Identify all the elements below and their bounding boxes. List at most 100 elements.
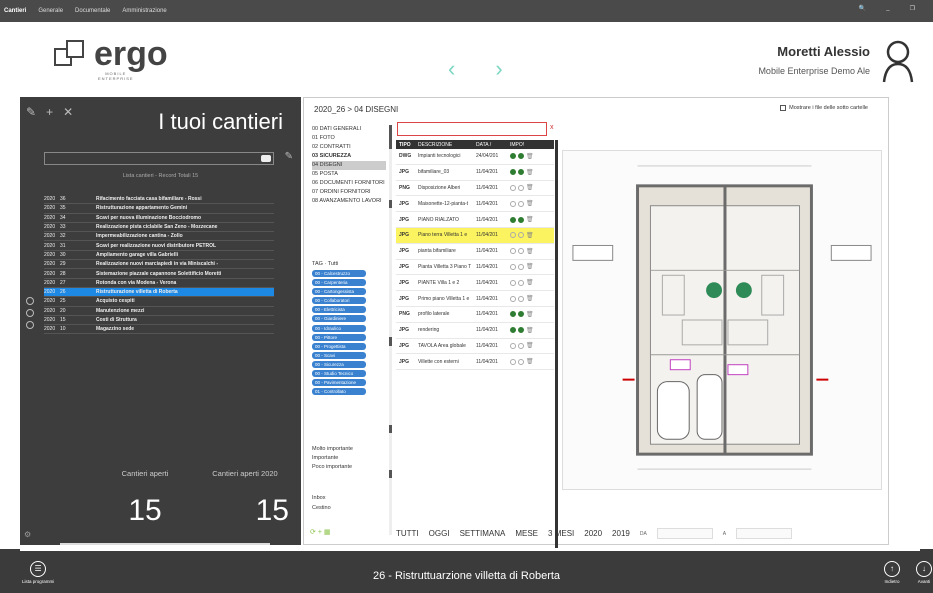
cantiere-row[interactable]: 2020 33 Realizzazione pista ciclabile San … [44, 223, 274, 233]
menu-documentale[interactable]: Documentale [75, 8, 110, 14]
priority-filter[interactable]: Importante [312, 454, 353, 463]
nav-next-icon[interactable]: › [495, 56, 502, 82]
clear-search-icon[interactable]: x [550, 124, 554, 131]
horizontal-scrollbar[interactable] [60, 543, 270, 545]
cantiere-row[interactable]: 2020 30 Ampliamento garage villa Gabrielli [44, 251, 274, 261]
trash-icon[interactable]: 🗑 [526, 327, 534, 334]
date-from-input[interactable] [656, 528, 713, 539]
info-icon[interactable] [26, 297, 34, 305]
status-icon[interactable] [518, 200, 524, 207]
minimize-button[interactable]: _ [886, 5, 889, 12]
cantiere-row[interactable]: 2020 10 Magazzino sede [44, 325, 274, 335]
trash-icon[interactable]: 🗑 [526, 153, 534, 160]
restore-button[interactable]: ❐ [910, 5, 915, 12]
edit-icon[interactable]: ✎ [285, 151, 293, 162]
tag-chip[interactable]: 00 - Pavimentazione [312, 379, 366, 387]
cantiere-row[interactable]: 2020 29 Realizzazione nuovi marciapiedi in… [44, 260, 274, 270]
trash-icon[interactable]: 🗑 [526, 184, 534, 191]
status-icon[interactable] [518, 358, 524, 365]
tag-chip[interactable]: 00 - Carpenteria [312, 279, 366, 287]
file-row[interactable]: JPG PIANTE Villa 1 e 2 11/04/201 🗑 [396, 275, 554, 292]
file-row[interactable]: JPG Primo piano Villetta 1 e 11/04/201 🗑 [396, 291, 554, 307]
cantiere-row[interactable]: 2020 25 Acquisto cespiti [44, 297, 274, 307]
trash-icon[interactable]: 🗑 [526, 311, 534, 318]
gear-icon[interactable]: ⚙ [24, 530, 31, 539]
status-icon[interactable] [518, 295, 524, 302]
tag-chip[interactable]: 00 - Studio Tecnico [312, 370, 366, 378]
trash-icon[interactable]: 🗑 [526, 263, 534, 270]
tag-chip[interactable]: 00 - Elettricista [312, 306, 366, 314]
tag-all[interactable]: Tutti [328, 261, 339, 267]
mailbox-item[interactable]: Cestino [312, 503, 331, 513]
folder-item[interactable]: 07 ORDINI FORNITORI [312, 188, 386, 197]
status-icon[interactable] [518, 342, 524, 349]
status-icon[interactable] [518, 216, 524, 223]
menu-generale[interactable]: Generale [38, 8, 63, 14]
file-row[interactable]: JPG TAVOLA Area globale 11/04/201 🗑 [396, 339, 554, 355]
status-icon[interactable] [518, 248, 524, 255]
menu-cantieri[interactable]: Cantieri [4, 8, 26, 14]
tag-chip[interactable]: 01 - Controllato [312, 388, 366, 396]
cantiere-row[interactable]: 2020 27 Rotonda con via Modena - Verona [44, 279, 274, 288]
tag-chip[interactable]: 00 - Cartongessista [312, 288, 366, 296]
trash-icon[interactable]: 🗑 [526, 358, 534, 365]
important-toggle-icon[interactable] [510, 358, 516, 365]
trash-icon[interactable]: 🗑 [526, 279, 534, 286]
file-row[interactable]: JPG Maisonette-12-pianta-t 11/04/201 🗑 [396, 196, 554, 213]
cantiere-row[interactable]: 2020 34 Scavi per nuova illuminazione Bocc… [44, 214, 274, 223]
trash-icon[interactable]: 🗑 [526, 200, 534, 207]
folder-item[interactable]: 06 DOCUMENTI FORNITORI [312, 179, 386, 188]
cantiere-row[interactable]: 2020 32 Impermeabilizzazione cantina - Zol… [44, 232, 274, 242]
tag-chip[interactable]: 00 - Pittore [312, 333, 366, 341]
important-toggle-icon[interactable] [510, 153, 516, 160]
priority-filter[interactable]: Molto importante [312, 445, 353, 454]
trash-icon[interactable]: 🗑 [526, 248, 534, 255]
show-subfolders-checkbox[interactable]: Mostrare i file delle sotto cartelle [780, 105, 868, 111]
important-toggle-icon[interactable] [510, 216, 516, 223]
folder-item[interactable]: 00 DATI GENERALI [312, 125, 386, 134]
file-row[interactable]: JPG bifamiliare_03 11/04/201 🗑 [396, 165, 554, 181]
status-icon[interactable] [518, 232, 524, 239]
cantiere-row[interactable]: 2020 20 Manutenzione mezzi [44, 307, 274, 316]
back-button[interactable]: ↑ Indietro [884, 561, 900, 584]
tag-chip[interactable]: 00 - Sicurezza [312, 360, 366, 368]
important-toggle-icon[interactable] [510, 311, 516, 318]
folder-item[interactable]: 02 CONTRATTI [312, 143, 386, 152]
trash-icon[interactable]: 🗑 [526, 216, 534, 223]
tools-icon[interactable]: ✕ [63, 105, 73, 119]
nav-prev-icon[interactable]: ‹ [448, 56, 455, 82]
cantiere-row[interactable]: 2020 26 Ristrutturazione villetta di Rober… [44, 287, 274, 298]
add-folder-icon[interactable]: + [318, 529, 322, 536]
floor-plan-preview[interactable] [562, 150, 882, 490]
tag-chip[interactable]: 00 - Progettista [312, 342, 366, 350]
important-toggle-icon[interactable] [510, 279, 516, 286]
file-row[interactable]: JPG Piano terra Villetta 1 e 11/04/201 🗑 [396, 227, 554, 244]
file-row[interactable]: DWG Impianti tecnologici 24/04/201 🗑 [396, 149, 554, 165]
tag-chip[interactable]: 00 - Collaboratori [312, 297, 366, 305]
filter-tutti[interactable]: TUTTI [396, 529, 419, 538]
cantieri-search-input[interactable] [44, 152, 274, 165]
folder-item[interactable]: 01 FOTO [312, 134, 386, 143]
user-avatar-icon[interactable] [882, 40, 914, 84]
menu-amministrazione[interactable]: Amministrazione [122, 8, 166, 14]
col-date[interactable]: DATA / [476, 142, 510, 148]
tag-chip[interactable]: 00 - Scavi [312, 351, 366, 359]
folder-item[interactable]: 04 DISEGNI [312, 161, 386, 170]
lock-icon[interactable] [26, 309, 34, 317]
col-type[interactable]: TIPO [396, 142, 418, 148]
folder-item[interactable]: 08 AVANZAMENTO LAVORI [312, 197, 386, 206]
folder-item[interactable]: 03 SICUREZZA [312, 152, 386, 161]
search-icon[interactable]: 🔍 [859, 5, 866, 12]
important-toggle-icon[interactable] [510, 342, 516, 349]
checkbox-icon[interactable] [780, 105, 787, 111]
important-toggle-icon[interactable] [510, 232, 516, 239]
important-toggle-icon[interactable] [510, 327, 516, 334]
important-toggle-icon[interactable] [510, 263, 516, 270]
filter-2020[interactable]: 2020 [584, 529, 602, 538]
file-row[interactable]: JPG Pianta Villetta 3 Piano T 11/04/201 🗑 [396, 260, 554, 276]
file-row[interactable]: JPG PIANO RIALZATO 11/04/201 🗑 [396, 212, 554, 228]
important-toggle-icon[interactable] [510, 248, 516, 255]
file-row[interactable]: PNG Disposizione Alberi 11/04/201 🗑 [396, 181, 554, 197]
cantiere-row[interactable]: 2020 28 Sistemazione piazzale capannone So… [44, 269, 274, 279]
status-icon[interactable] [518, 311, 524, 318]
